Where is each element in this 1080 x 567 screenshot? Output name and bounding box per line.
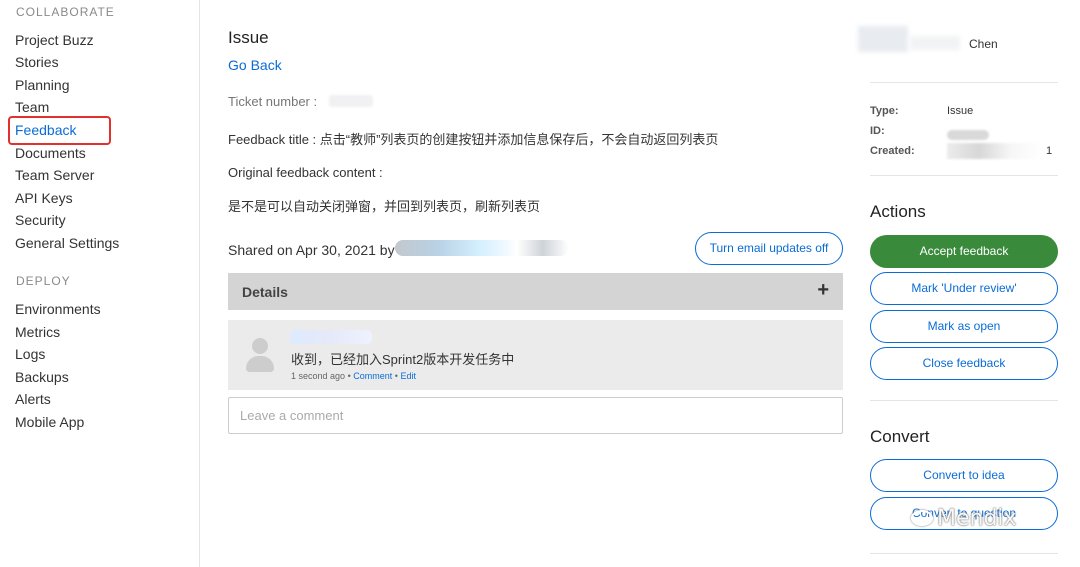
accept-feedback-button[interactable]: Accept feedback	[870, 235, 1058, 268]
sidebar-item-mobile-app[interactable]: Mobile App	[15, 413, 84, 431]
avatar	[244, 338, 274, 374]
mark-as-open-button[interactable]: Mark as open	[870, 310, 1058, 343]
sidebar: COLLABORATE Project Buzz Stories Plannin…	[0, 0, 200, 567]
edit-link[interactable]: Edit	[400, 371, 416, 381]
comment-item: 收到，已经加入Sprint2版本开发任务中 1 second ago • Com…	[228, 320, 843, 390]
created-redacted	[947, 143, 1042, 159]
sidebar-item-logs[interactable]: Logs	[15, 345, 45, 363]
sidebar-item-security[interactable]: Security	[15, 211, 66, 229]
details-label: Details	[242, 284, 288, 300]
page-title: Issue	[228, 28, 269, 47]
sidebar-item-backups[interactable]: Backups	[15, 368, 69, 386]
id-redacted	[947, 130, 989, 140]
email-updates-button[interactable]: Turn email updates off	[695, 232, 843, 265]
feedback-title: Feedback title : 点击“教师”列表页的创建按钮并添加信息保存后，…	[228, 132, 719, 147]
ticket-number-label: Ticket number :	[228, 94, 318, 109]
convert-to-idea-button[interactable]: Convert to idea	[870, 459, 1058, 492]
shared-by-redacted	[395, 240, 569, 256]
sidebar-item-team-server[interactable]: Team Server	[15, 166, 94, 184]
wechat-icon	[911, 510, 933, 526]
main-content: Issue Go Back Ticket number : Feedback t…	[228, 0, 843, 567]
go-back-link[interactable]: Go Back	[228, 57, 282, 73]
sidebar-item-environments[interactable]: Environments	[15, 300, 101, 318]
created-value-tail: 1	[1046, 145, 1053, 157]
original-content: 是不是可以自动关闭弹窗，并回到列表页，刷新列表页	[228, 199, 541, 214]
divider	[870, 175, 1058, 176]
expand-plus-icon[interactable]: +	[817, 279, 829, 302]
close-feedback-button[interactable]: Close feedback	[870, 347, 1058, 380]
divider	[870, 82, 1058, 83]
user-name: Chen	[969, 37, 998, 51]
sidebar-item-documents[interactable]: Documents	[15, 144, 86, 162]
mark-under-review-button[interactable]: Mark 'Under review'	[870, 272, 1058, 305]
meta-separator: •	[347, 371, 351, 381]
sidebar-item-api-keys[interactable]: API Keys	[15, 189, 73, 207]
comment-author-redacted	[290, 330, 372, 344]
collaborate-section-title: COLLABORATE	[16, 5, 115, 19]
details-header[interactable]: Details +	[228, 273, 843, 310]
original-content-label: Original feedback content :	[228, 165, 383, 180]
ticket-number-redacted	[329, 95, 373, 107]
divider	[870, 553, 1058, 554]
sidebar-item-metrics[interactable]: Metrics	[15, 323, 60, 341]
comment-input[interactable]	[228, 397, 843, 434]
comment-time: 1 second ago	[291, 371, 346, 381]
sidebar-item-general-settings[interactable]: General Settings	[15, 234, 119, 252]
divider	[870, 400, 1058, 401]
id-label: ID:	[870, 125, 885, 137]
comment-link[interactable]: Comment	[353, 371, 392, 381]
user-name-redacted	[910, 36, 960, 50]
sidebar-item-team[interactable]: Team	[15, 98, 49, 116]
right-panel: Chen Type: Issue ID: Created: 1 Actions …	[858, 0, 1058, 567]
deploy-section-title: DEPLOY	[16, 274, 71, 288]
sidebar-item-alerts[interactable]: Alerts	[15, 390, 51, 408]
shared-info: Shared on Apr 30, 2021 by	[228, 242, 395, 258]
sidebar-item-project-buzz[interactable]: Project Buzz	[15, 31, 94, 49]
sidebar-item-stories[interactable]: Stories	[15, 53, 59, 71]
comment-text: 收到，已经加入Sprint2版本开发任务中	[291, 352, 515, 367]
actions-title: Actions	[870, 202, 926, 221]
type-label: Type:	[870, 105, 899, 117]
type-value: Issue	[947, 105, 974, 117]
sidebar-item-planning[interactable]: Planning	[15, 76, 70, 94]
comment-meta: 1 second ago • Comment • Edit	[291, 371, 416, 381]
convert-title: Convert	[870, 427, 930, 446]
meta-separator: •	[394, 371, 398, 381]
sidebar-item-feedback[interactable]: Feedback	[15, 121, 76, 139]
created-label: Created:	[870, 145, 915, 157]
user-avatar-redacted	[858, 26, 908, 52]
watermark: Mendix	[937, 506, 1017, 531]
